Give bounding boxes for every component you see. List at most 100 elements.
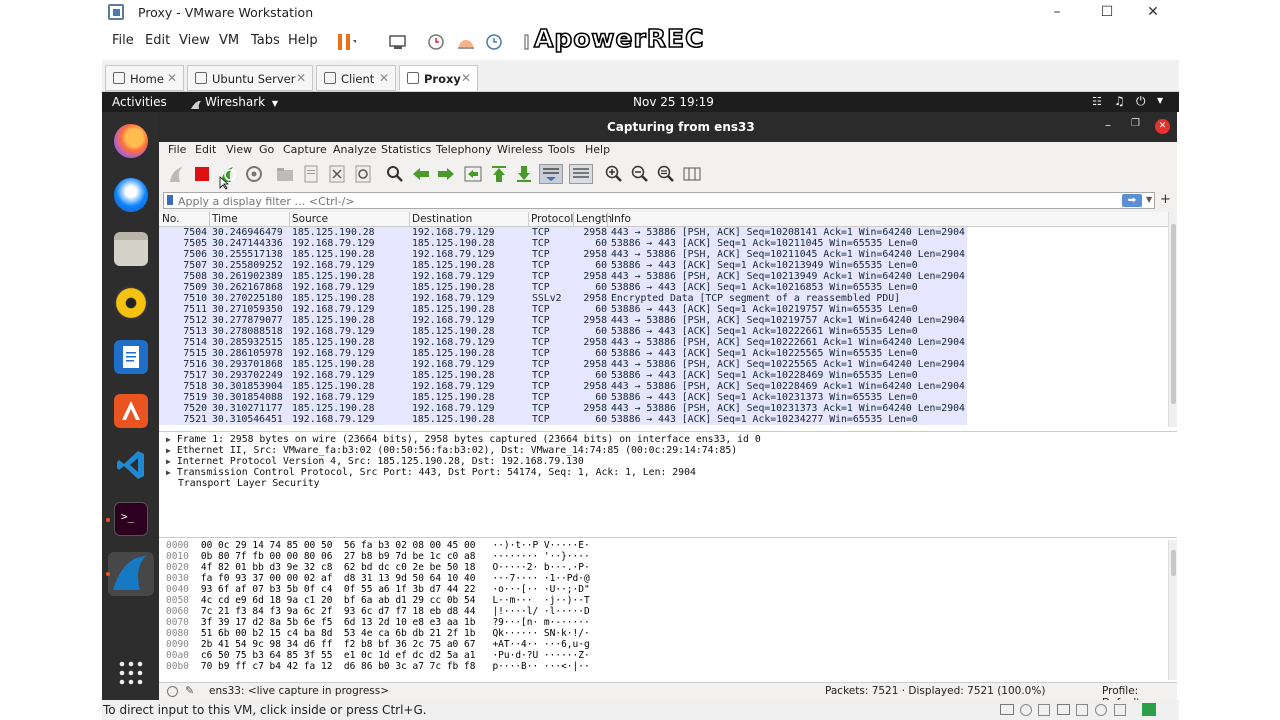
cd-dvd-icon[interactable] [1020,704,1032,716]
ws-menu-statistics[interactable]: Statistics [381,143,431,156]
packet-row[interactable]: 7507 30.255809252 192.168.79.129 185.125.19… [159,260,967,271]
menu-edit[interactable]: Edit [145,33,170,48]
hex-row[interactable]: 0060 7c 21 f3 84 f3 9a 6c 2f 93 6c d7 f7 … [166,606,590,617]
reload-icon[interactable] [353,164,373,184]
open-file-icon[interactable] [275,164,295,184]
ws-menu-view[interactable]: View [226,143,252,156]
menu-file[interactable]: File [112,33,134,48]
packet-row[interactable]: 7513 30.278088518 192.168.79.129 185.125.19… [159,326,967,337]
col-protocol[interactable]: Protocol [531,213,573,225]
column-separator[interactable] [528,212,529,227]
col-source[interactable]: Source [292,213,328,225]
datetime[interactable]: Nov 25 19:19 [633,95,714,109]
terminal-icon[interactable]: >_ [114,502,148,536]
packet-row[interactable]: 7515 30.286105978 192.168.79.129 185.125.19… [159,348,967,359]
app-menu-button[interactable]: Wireshark ▼ [205,95,278,109]
expand-arrow-icon[interactable]: ▶ [166,457,171,466]
close-tab-icon[interactable]: ✕ [379,71,389,85]
column-separator[interactable] [573,212,574,227]
find-packet-icon[interactable] [385,164,405,184]
ws-close-button[interactable]: ✕ [1155,119,1170,134]
packet-row[interactable]: 7518 30.301853904 185.125.190.28 192.168.79… [159,381,967,392]
resize-columns-icon[interactable] [682,164,702,184]
scrollbar-thumb[interactable] [1171,550,1176,576]
revert-snapshot-icon[interactable] [456,33,476,51]
packet-row[interactable]: 7509 30.262167868 192.168.79.129 185.125.19… [159,282,967,293]
save-file-icon[interactable] [301,164,321,184]
packet-row[interactable]: 7520 30.310271177 185.125.190.28 192.168.79… [159,403,967,414]
rhythmbox-icon[interactable] [114,286,148,320]
column-separator[interactable] [409,212,410,227]
thunderbird-icon[interactable] [114,178,148,212]
packet-row[interactable]: 7506 30.255517138 185.125.190.28 192.168.79… [159,249,967,260]
bookmark-icon[interactable] [167,195,173,205]
col-destination[interactable]: Destination [412,213,472,225]
network-icon[interactable]: ☷ [1092,95,1102,108]
ws-menu-telephony[interactable]: Telephony [436,143,492,156]
hex-row[interactable]: 0020 4f 82 01 bb d3 9e 32 c8 62 bd dc c0 … [166,562,590,573]
ws-menu-capture[interactable]: Capture [283,143,327,156]
packet-row[interactable]: 7512 30.277879077 185.125.190.28 192.168.79… [159,315,967,326]
go-first-packet-icon[interactable] [489,164,509,184]
expert-info-icon[interactable] [167,686,178,697]
close-tab-icon[interactable]: ✕ [167,71,177,85]
detail-row[interactable]: Transport Layer Security [178,478,320,489]
hard-disk-icon[interactable] [1000,704,1014,715]
column-separator[interactable] [607,212,608,227]
start-capture-icon[interactable] [166,164,186,184]
zoom-in-icon[interactable] [604,164,624,184]
add-filter-button-icon[interactable]: + [1160,192,1171,207]
show-apps-icon[interactable] [114,656,148,690]
go-back-icon[interactable] [411,164,431,184]
pause-icon[interactable] [336,33,358,51]
hex-row[interactable]: 0070 3f 39 17 d2 8a 5b 6e f5 6d 13 2d 10 … [166,617,590,628]
capture-options-icon[interactable] [244,164,264,184]
packet-row[interactable]: 7517 30.293702249 192.168.79.129 185.125.19… [159,370,967,381]
ws-maximize-button[interactable]: ❐ [1131,118,1140,129]
go-last-packet-icon[interactable] [514,164,534,184]
scrollbar-thumb[interactable] [1171,224,1176,404]
packet-row[interactable]: 7505 30.247144336 192.168.79.129 185.125.19… [159,238,967,249]
activities-button[interactable]: Activities [112,95,167,109]
hex-row[interactable]: 0080 51 6b 00 b2 15 c4 ba 8d 53 4e ca 6b … [166,628,590,639]
volume-icon[interactable]: ♫ [1114,94,1125,108]
display-filter-input[interactable] [178,194,1078,208]
network-adapter-icon[interactable] [1057,704,1070,715]
ws-minimize-button[interactable]: – [1105,118,1111,132]
power-icon[interactable]: ⏻ [1136,94,1146,109]
stop-capture-icon[interactable] [192,164,212,184]
detail-row[interactable]: ▶ Transmission Control Protocol, Src Port… [166,467,696,478]
software-center-icon[interactable] [114,394,148,428]
detail-row[interactable]: ▶ Internet Protocol Version 4, Src: 185.1… [166,456,584,467]
expand-arrow-icon[interactable]: ▶ [166,435,171,444]
close-file-icon[interactable] [327,164,347,184]
bytes-scrollbar[interactable] [1168,540,1177,680]
close-tab-icon[interactable]: ✕ [461,71,471,85]
packet-row[interactable]: 7504 30.246946479 185.125.190.28 192.168.79… [159,227,967,238]
sound-icon[interactable] [1095,704,1107,716]
packet-list-scrollbar[interactable] [1168,212,1177,427]
minimize-button[interactable]: – [1034,2,1080,24]
packet-row[interactable]: 7511 30.271059350 192.168.79.129 185.125.19… [159,304,967,315]
hex-row[interactable]: 0030 fa f0 93 37 00 00 02 af d8 31 13 9d … [166,573,590,584]
packet-row[interactable]: 7521 30.310546451 192.168.79.129 185.125.19… [159,414,967,425]
menu-tabs[interactable]: Tabs [251,33,280,48]
packet-row[interactable]: 7510 30.270225180 185.125.190.28 192.168.79… [159,293,967,304]
maximize-button[interactable]: ☐ [1084,2,1130,24]
menu-help[interactable]: Help [288,33,318,48]
hex-row[interactable]: 0090 2b 41 54 9c 98 34 d6 ff f2 b8 bf 36 … [166,639,590,650]
wireshark-icon[interactable] [108,552,154,596]
tab-home[interactable]: Home ✕ [105,65,184,91]
packet-row[interactable]: 7514 30.285932515 185.125.190.28 192.168.79… [159,337,967,348]
auto-scroll-icon[interactable] [539,164,563,184]
col-no[interactable]: No. [162,213,179,225]
packet-row[interactable]: 7508 30.261902389 185.125.190.28 192.168.79… [159,271,967,282]
vscode-icon[interactable] [114,448,148,482]
colorize-icon[interactable] [569,164,593,184]
hex-row[interactable]: 0050 4c cd e9 6d 18 9a c1 20 bf 6a ab d1 … [166,595,590,606]
ws-menu-tools[interactable]: Tools [548,143,575,156]
floppy-icon[interactable] [1038,704,1050,716]
apply-filter-arrow-icon[interactable]: ➡ [1122,194,1142,207]
ws-menu-file[interactable]: File [168,143,186,156]
ws-menu-wireless[interactable]: Wireless [497,143,543,156]
